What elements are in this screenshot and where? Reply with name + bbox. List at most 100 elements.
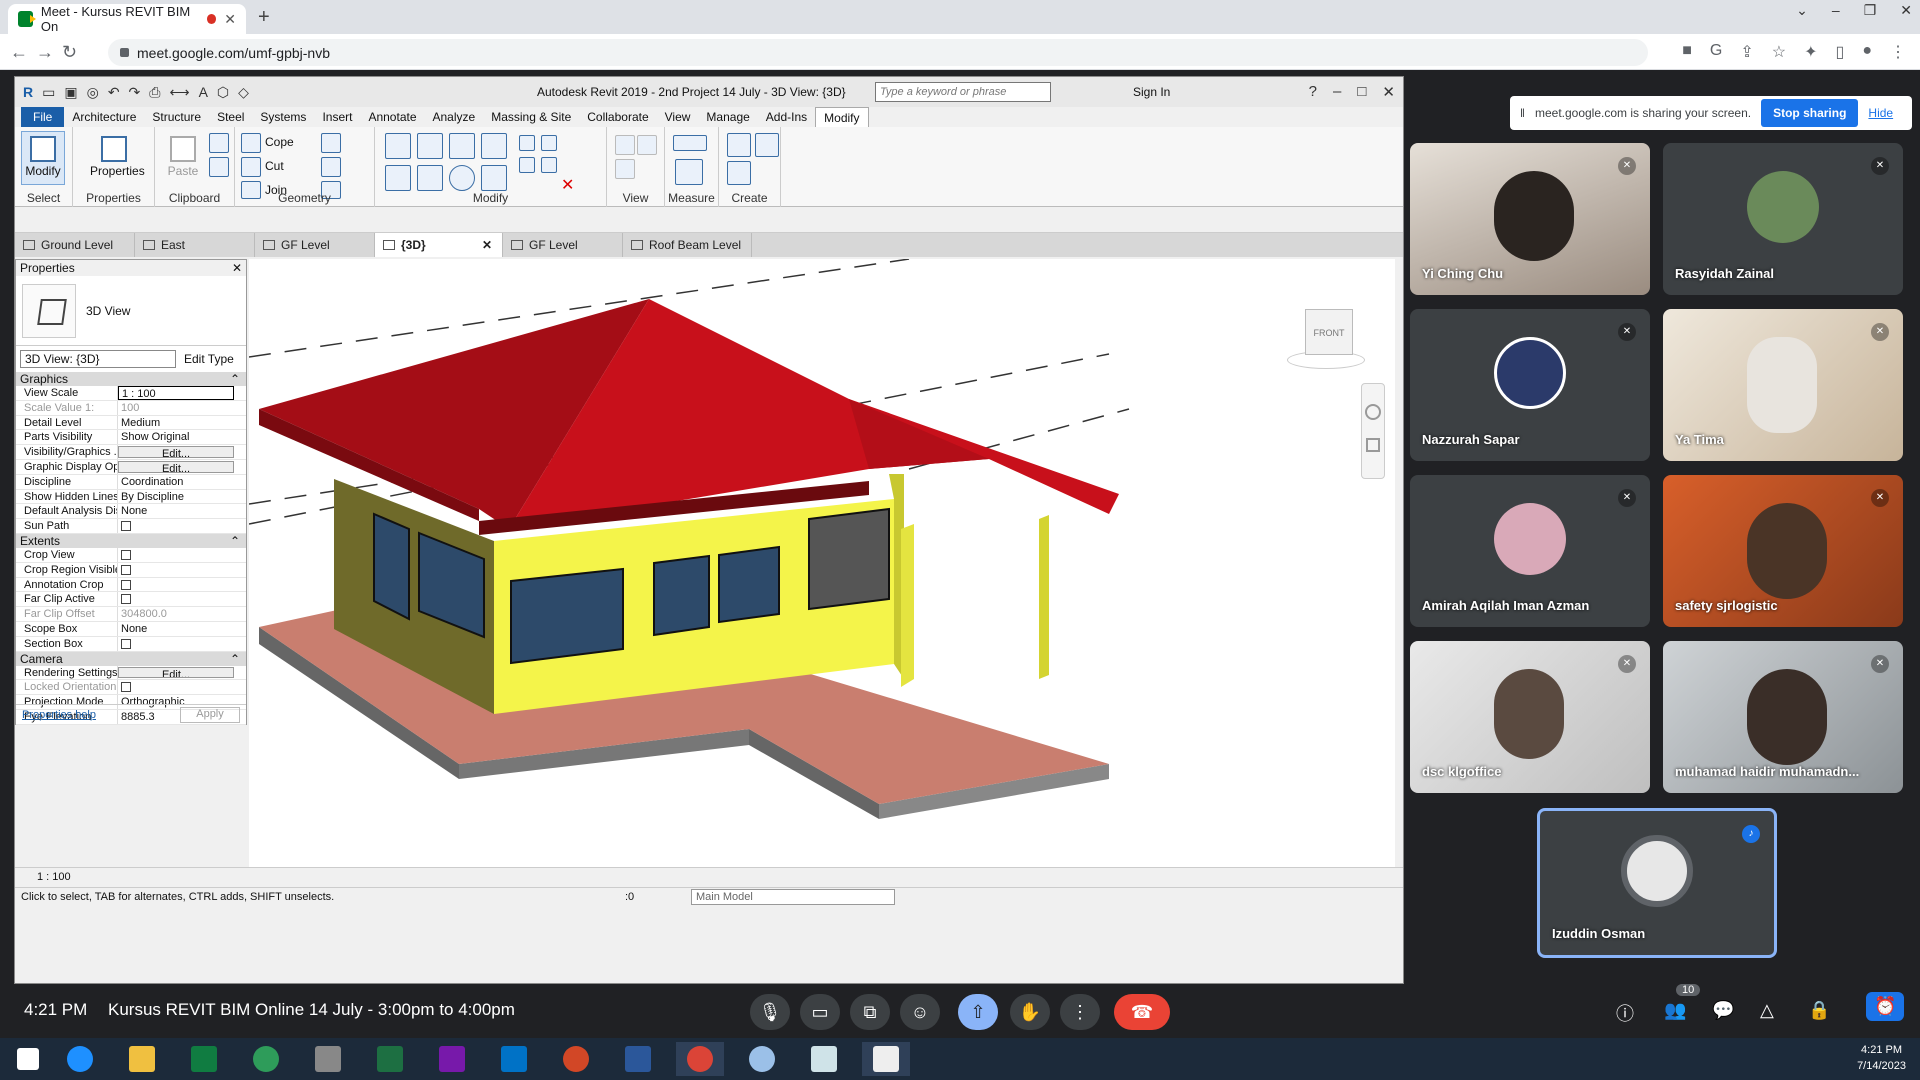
- notepad-taskbar-button[interactable]: [800, 1042, 848, 1076]
- tab-structure[interactable]: Structure: [144, 107, 209, 127]
- print-icon[interactable]: ⎙: [149, 84, 160, 101]
- start-button[interactable]: [4, 1042, 52, 1076]
- cut-geometry-icon[interactable]: [241, 157, 261, 177]
- close-tab-icon[interactable]: ✕: [224, 11, 236, 28]
- view-instance-dropdown[interactable]: 3D View: {3D}: [20, 350, 176, 368]
- back-arrow-icon[interactable]: ←: [10, 42, 28, 63]
- create-parts-icon[interactable]: [755, 133, 779, 157]
- tab-search-icon[interactable]: ⌄: [1796, 2, 1808, 19]
- property-checkbox[interactable]: [121, 521, 131, 532]
- scale-icon[interactable]: [541, 157, 557, 173]
- undo-icon[interactable]: ↶: [108, 84, 120, 101]
- powerpoint-taskbar-button[interactable]: [552, 1042, 600, 1076]
- property-value[interactable]: 304800.0: [118, 607, 246, 621]
- help-search-input[interactable]: Type a keyword or phrase: [875, 82, 1051, 102]
- participant-tile[interactable]: ✕ Amirah Aqilah Iman Azman: [1410, 475, 1650, 627]
- linework-icon[interactable]: [615, 159, 635, 179]
- apply-button[interactable]: Apply: [180, 706, 240, 723]
- property-checkbox[interactable]: [121, 638, 131, 649]
- dimension-icon[interactable]: [675, 159, 703, 185]
- measure-icon[interactable]: ⟷: [169, 84, 189, 101]
- outlook-taskbar-button[interactable]: [490, 1042, 538, 1076]
- participant-tile[interactable]: ✕ Yi Ching Chu: [1410, 143, 1650, 295]
- word-taskbar-button[interactable]: [614, 1042, 662, 1076]
- sign-in-link[interactable]: Sign In: [1133, 85, 1170, 99]
- bookmark-star-icon[interactable]: ☆: [1772, 42, 1786, 62]
- tab-insert[interactable]: Insert: [314, 107, 360, 127]
- cut-label[interactable]: Cut: [265, 159, 284, 173]
- property-checkbox[interactable]: [121, 549, 131, 560]
- rotate-icon[interactable]: [449, 165, 475, 191]
- properties-section-extents[interactable]: Extents ⌃: [16, 533, 246, 548]
- timer-icon[interactable]: ⏰: [1866, 992, 1905, 1021]
- cope-icon[interactable]: [241, 133, 261, 153]
- properties-section-camera[interactable]: Camera ⌃: [16, 651, 246, 666]
- store-taskbar-button[interactable]: [180, 1042, 228, 1076]
- property-value[interactable]: Coordination: [118, 475, 246, 489]
- end-call-button[interactable]: ☎: [1114, 994, 1170, 1030]
- revit-taskbar-button[interactable]: [862, 1042, 910, 1076]
- text-icon[interactable]: A: [199, 84, 208, 101]
- paint-taskbar-button[interactable]: [738, 1042, 786, 1076]
- address-bar[interactable]: meet.google.com/umf-gpbj-nvb: [108, 39, 1648, 66]
- extensions-icon[interactable]: ✦: [1804, 42, 1817, 62]
- drawing-canvas[interactable]: FRONT: [248, 258, 1395, 867]
- participant-tile[interactable]: ✕ safety sjrlogistic: [1663, 475, 1903, 627]
- copy-element-icon[interactable]: [417, 165, 443, 191]
- steering-wheel-icon[interactable]: [1365, 404, 1381, 420]
- properties-help-link[interactable]: Properties help: [22, 709, 96, 721]
- new-tab-icon[interactable]: +: [258, 6, 270, 29]
- mirror-draw-icon[interactable]: [481, 133, 507, 159]
- restore-icon[interactable]: ❐: [1864, 2, 1877, 19]
- sidepanel-icon[interactable]: ▯: [1836, 42, 1845, 62]
- section-icon[interactable]: ◇: [238, 84, 249, 101]
- zoom-region-icon[interactable]: [1366, 438, 1380, 452]
- tab-architecture[interactable]: Architecture: [64, 107, 144, 127]
- raise-hand-button[interactable]: ✋: [1010, 994, 1050, 1030]
- cut-scissors-icon[interactable]: [209, 133, 229, 153]
- revit-maximize-icon[interactable]: □: [1357, 83, 1366, 101]
- system-tray-clock[interactable]: 4:21 PM 7/14/2023: [1857, 1042, 1906, 1074]
- drag-handle-icon[interactable]: ‖: [1520, 106, 1525, 120]
- chat-icon[interactable]: 💬: [1712, 1000, 1734, 1021]
- view-tab-east[interactable]: East: [135, 233, 255, 257]
- property-checkbox[interactable]: [121, 682, 131, 693]
- participant-tile[interactable]: ✕ dsc klgoffice: [1410, 641, 1650, 793]
- navigation-bar[interactable]: [1361, 383, 1385, 479]
- property-checkbox[interactable]: [121, 564, 131, 575]
- tab-manage[interactable]: Manage: [698, 107, 757, 127]
- copy-icon[interactable]: [209, 157, 229, 177]
- offset-icon[interactable]: [417, 133, 443, 159]
- view-tab-gf-level-2[interactable]: GF Level: [503, 233, 623, 257]
- revit-close-icon[interactable]: ✕: [1382, 83, 1395, 101]
- override-icon[interactable]: [637, 135, 657, 155]
- active-model-dropdown[interactable]: Main Model: [691, 889, 895, 905]
- paste-button[interactable]: Paste: [161, 131, 205, 185]
- view-scale-label[interactable]: 1 : 100: [37, 871, 71, 883]
- tab-file[interactable]: File: [21, 107, 65, 127]
- trim-icon[interactable]: [481, 165, 507, 191]
- stop-sharing-button[interactable]: Stop sharing: [1761, 99, 1859, 127]
- close-window-icon[interactable]: ✕: [1900, 2, 1912, 19]
- tab-systems[interactable]: Systems: [252, 107, 314, 127]
- modify-button[interactable]: Modify: [21, 131, 65, 185]
- browser-tab[interactable]: Meet - Kursus REVIT BIM On ✕: [8, 4, 246, 34]
- participant-tile[interactable]: ✕ Rasyidah Zainal: [1663, 143, 1903, 295]
- host-controls-icon[interactable]: 🔒: [1808, 1000, 1830, 1021]
- edit-button[interactable]: Edit...: [118, 446, 234, 458]
- align-icon[interactable]: [385, 133, 411, 159]
- camera-icon[interactable]: ■: [1682, 42, 1692, 62]
- viewcube[interactable]: FRONT: [1277, 299, 1367, 369]
- photos-taskbar-button[interactable]: [242, 1042, 290, 1076]
- forward-arrow-icon[interactable]: →: [36, 42, 54, 63]
- viewcube-front-face[interactable]: FRONT: [1305, 309, 1353, 355]
- property-value[interactable]: By Discipline: [118, 490, 246, 504]
- type-selector[interactable]: 3D View: [16, 276, 246, 346]
- close-view-tab-icon[interactable]: ✕: [482, 238, 492, 252]
- onenote-taskbar-button[interactable]: [428, 1042, 476, 1076]
- tab-view[interactable]: View: [657, 107, 699, 127]
- minimize-icon[interactable]: –: [1832, 2, 1840, 19]
- participant-tile[interactable]: ✕ Ya Tima: [1663, 309, 1903, 461]
- google-icon[interactable]: G: [1710, 42, 1722, 62]
- excel-taskbar-button[interactable]: [366, 1042, 414, 1076]
